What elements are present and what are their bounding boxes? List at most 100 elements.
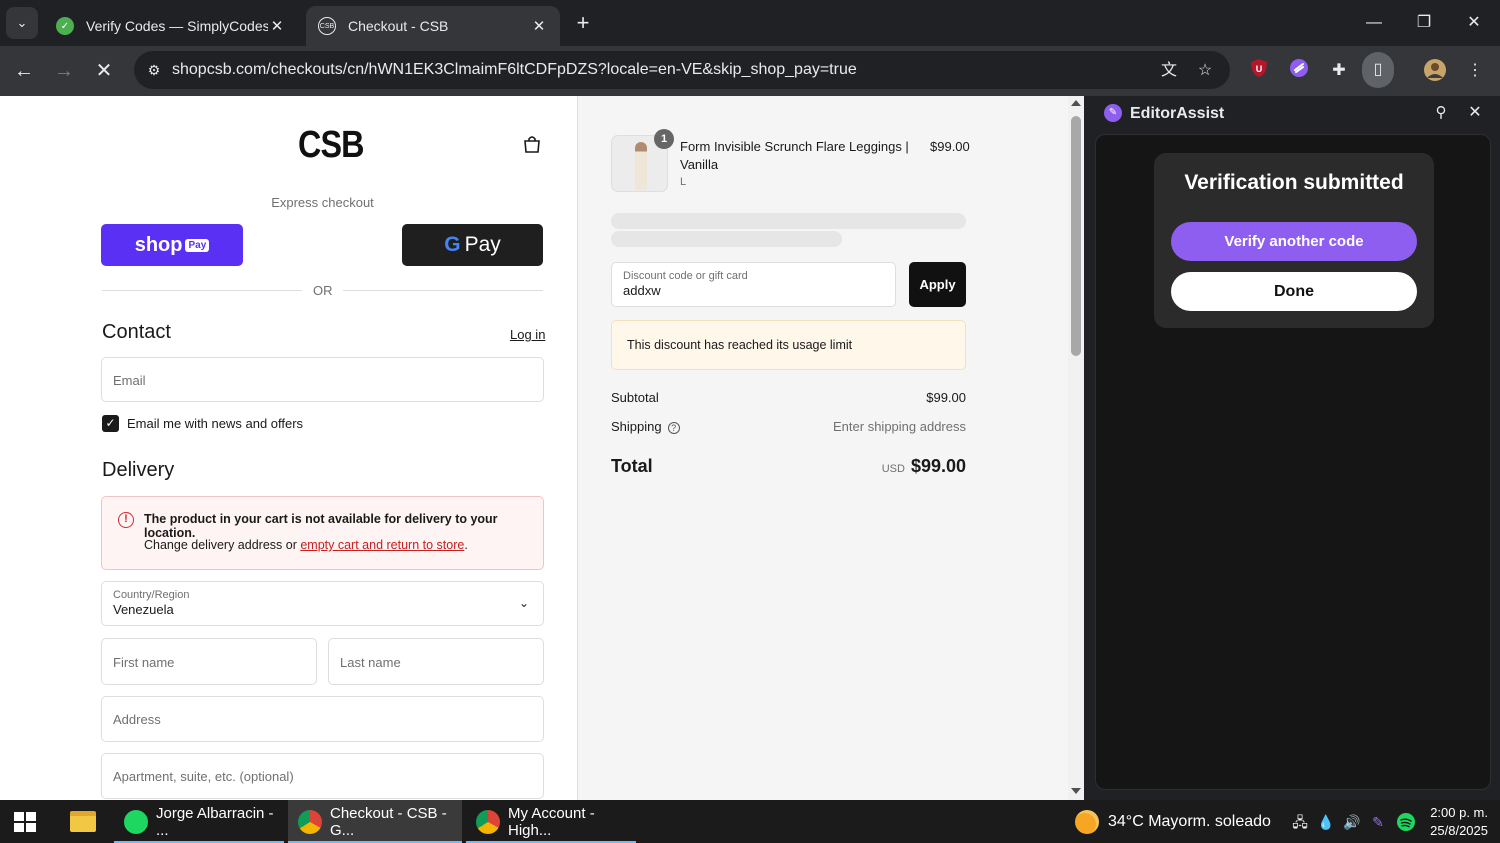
contact-heading: Contact	[102, 321, 171, 343]
csb-favicon-icon: CSB	[318, 17, 336, 35]
taskbar-app-spotify[interactable]: Jorge Albarracin - ...	[114, 800, 284, 843]
email-field[interactable]: Email	[101, 357, 544, 402]
discount-value: addxw	[623, 283, 661, 298]
close-side-panel-icon[interactable]: ✕	[1464, 102, 1486, 124]
delivery-error-title: The product in your cart is not availabl…	[144, 512, 498, 540]
first-name-field[interactable]: First name	[101, 638, 317, 685]
taskbar-app-label: Checkout - CSB - G...	[330, 804, 447, 839]
translate-icon[interactable]: 文	[1156, 58, 1182, 84]
tab-checkout[interactable]: CSB Checkout - CSB ✕	[306, 6, 560, 46]
spotify-tray-icon[interactable]	[1396, 812, 1416, 832]
delivery-error-message: Change delivery address or empty cart an…	[144, 538, 468, 552]
apartment-field[interactable]: Apartment, suite, etc. (optional)	[101, 753, 544, 799]
first-name-placeholder: First name	[113, 655, 175, 670]
tab-title: Verify Codes — SimplyCodes	[86, 18, 268, 34]
tab-strip: ⌄ ✓ Verify Codes — SimplyCodes ✕ CSB Che…	[0, 0, 1500, 46]
weather-sun-icon[interactable]	[1075, 810, 1099, 834]
editorassist-side-panel: ✎ EditorAssist ⚲ ✕ Verification submitte…	[1084, 96, 1500, 800]
email-placeholder: Email	[113, 373, 146, 388]
scrollbar-thumb[interactable]	[1071, 116, 1081, 356]
scroll-down-arrow-icon[interactable]	[1071, 788, 1081, 794]
done-button[interactable]: Done	[1171, 272, 1417, 311]
pen-icon[interactable]: ✎	[1368, 812, 1388, 832]
shopping-bag-icon[interactable]	[522, 134, 542, 154]
ublock-extension-icon[interactable]: U	[1246, 58, 1272, 84]
close-window-button[interactable]: ✕	[1454, 8, 1494, 38]
network-icon[interactable]: 🖧	[1290, 812, 1310, 832]
shipping-label: Shipping	[611, 419, 662, 434]
taskbar-app-label: Jorge Albarracin - ...	[156, 804, 274, 839]
chrome-icon	[476, 809, 500, 834]
tab-title: Checkout - CSB	[348, 18, 449, 34]
address-field[interactable]: Address	[101, 696, 544, 742]
tab-search-button[interactable]: ⌄	[6, 7, 38, 39]
bookmark-star-icon[interactable]: ☆	[1192, 58, 1218, 84]
country-label: Country/Region	[113, 589, 190, 601]
login-link[interactable]: Log in	[510, 327, 545, 342]
loading-skeleton	[611, 213, 966, 229]
last-name-field[interactable]: Last name	[328, 638, 544, 685]
checkout-page: CSB Express checkout shop Pay G Pay OR C…	[0, 96, 1068, 800]
delivery-error-suffix: .	[464, 538, 468, 552]
shipping-row-label: Shipping?	[611, 419, 680, 434]
discount-error-banner: This discount has reached its usage limi…	[611, 320, 966, 370]
url-text[interactable]: shopcsb.com/checkouts/cn/hWN1EK3ClmaimF6…	[172, 61, 857, 79]
weather-text[interactable]: 34°C Mayorm. soleado	[1108, 813, 1271, 831]
close-tab-icon[interactable]: ✕	[530, 17, 548, 35]
scroll-up-arrow-icon[interactable]	[1071, 100, 1081, 106]
shop-pay-button[interactable]: shop Pay	[101, 224, 243, 266]
verify-another-code-button[interactable]: Verify another code	[1171, 222, 1417, 261]
last-name-placeholder: Last name	[340, 655, 401, 670]
quantity-badge: 1	[654, 129, 674, 149]
unpin-icon[interactable]: ⚲	[1430, 102, 1452, 124]
shop-pay-text: shop	[134, 233, 183, 256]
extensions-puzzle-icon[interactable]: ✚	[1326, 58, 1352, 84]
discount-code-field[interactable]: Discount code or gift card addxw	[611, 262, 896, 307]
total-currency: USD	[881, 463, 905, 475]
side-panel-toggle-icon[interactable]: ▯	[1362, 52, 1394, 88]
clock-date: 25/8/2025	[1430, 823, 1488, 838]
editorassist-extension-icon[interactable]	[1286, 58, 1312, 84]
discount-error-message: This discount has reached its usage limi…	[627, 338, 853, 352]
delivery-heading: Delivery	[102, 459, 175, 481]
system-clock[interactable]: 2:00 p. m. 25/8/2025	[1418, 804, 1488, 840]
site-info-icon[interactable]: ⚙	[142, 58, 166, 82]
news-checkbox[interactable]: ✓	[102, 415, 119, 432]
empty-cart-link[interactable]: empty cart and return to store	[300, 538, 464, 552]
taskbar-app-chrome-checkout[interactable]: Checkout - CSB - G...	[288, 800, 462, 843]
side-panel-title: EditorAssist	[1130, 105, 1225, 122]
total-value: $99.00	[910, 456, 966, 476]
restore-button[interactable]: ❐	[1404, 8, 1444, 38]
divider	[343, 290, 543, 291]
chevron-down-icon: ⌄	[518, 596, 529, 610]
drop-icon[interactable]: 💧	[1316, 812, 1336, 832]
address-bar[interactable]: ⚙ shopcsb.com/checkouts/cn/hWN1EK3Clmaim…	[134, 51, 1230, 89]
side-panel-content: Verification submitted Verify another co…	[1095, 134, 1491, 790]
page-scrollbar[interactable]	[1068, 96, 1084, 800]
windows-start-icon[interactable]	[14, 812, 36, 832]
volume-icon[interactable]: 🔊	[1342, 812, 1362, 832]
help-icon[interactable]: ?	[667, 422, 680, 434]
new-tab-button[interactable]: +	[570, 10, 596, 36]
product-price: $99.00	[930, 139, 970, 154]
editorassist-logo-icon: ✎	[1104, 104, 1122, 122]
apply-button[interactable]: Apply	[909, 262, 966, 307]
minimize-button[interactable]: —	[1354, 8, 1394, 38]
profile-avatar[interactable]	[1422, 58, 1448, 84]
back-button[interactable]: ←	[8, 55, 40, 87]
google-pay-button[interactable]: G Pay	[402, 224, 543, 266]
file-explorer-icon[interactable]	[70, 811, 96, 832]
or-separator: OR	[313, 283, 333, 298]
news-checkbox-label[interactable]: Email me with news and offers	[127, 416, 303, 431]
forward-button[interactable]: →	[48, 55, 80, 87]
delivery-error-banner: ! The product in your cart is not availa…	[101, 496, 544, 570]
svg-text:U: U	[1256, 64, 1263, 74]
store-logo[interactable]: CSB	[298, 124, 365, 167]
browser-menu-icon[interactable]: ⋮	[1462, 58, 1488, 84]
tab-verify-codes[interactable]: ✓ Verify Codes — SimplyCodes ✕	[44, 6, 298, 46]
country-select[interactable]: Country/Region Venezuela ⌄	[101, 581, 544, 626]
taskbar-app-chrome-account[interactable]: My Account - High...	[466, 800, 636, 843]
error-icon: !	[118, 512, 134, 528]
close-tab-icon[interactable]: ✕	[268, 17, 286, 35]
stop-loading-button[interactable]: ✕	[88, 55, 120, 87]
